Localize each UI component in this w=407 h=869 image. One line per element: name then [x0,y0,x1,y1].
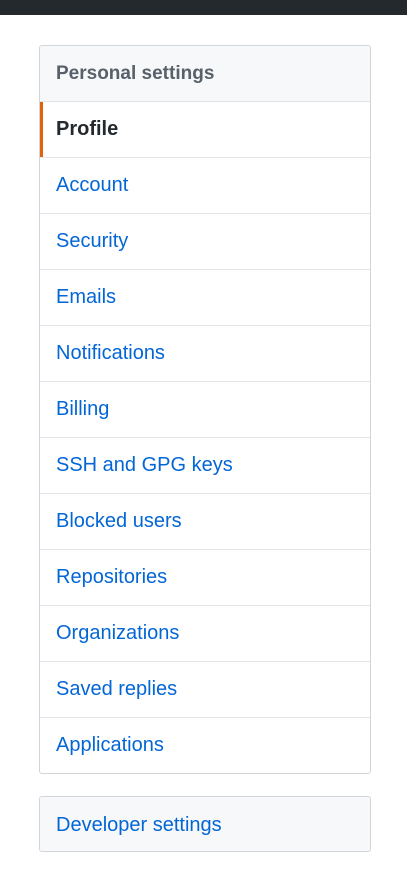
menu-item-saved-replies[interactable]: Saved replies [40,662,370,718]
menu-item-blocked-users[interactable]: Blocked users [40,494,370,550]
menu-item-developer-settings[interactable]: Developer settings [40,797,370,851]
personal-settings-heading: Personal settings [40,46,370,102]
menu-item-profile[interactable]: Profile [40,102,370,158]
header-bar [0,0,407,15]
menu-item-applications[interactable]: Applications [40,718,370,773]
menu-item-organizations[interactable]: Organizations [40,606,370,662]
menu-item-security[interactable]: Security [40,214,370,270]
menu-item-notifications[interactable]: Notifications [40,326,370,382]
menu-item-emails[interactable]: Emails [40,270,370,326]
developer-settings-menu: Developer settings [39,796,371,852]
menu-item-billing[interactable]: Billing [40,382,370,438]
menu-item-ssh-gpg-keys[interactable]: SSH and GPG keys [40,438,370,494]
personal-settings-menu: Personal settings Profile Account Securi… [39,45,371,774]
menu-item-account[interactable]: Account [40,158,370,214]
menu-item-repositories[interactable]: Repositories [40,550,370,606]
